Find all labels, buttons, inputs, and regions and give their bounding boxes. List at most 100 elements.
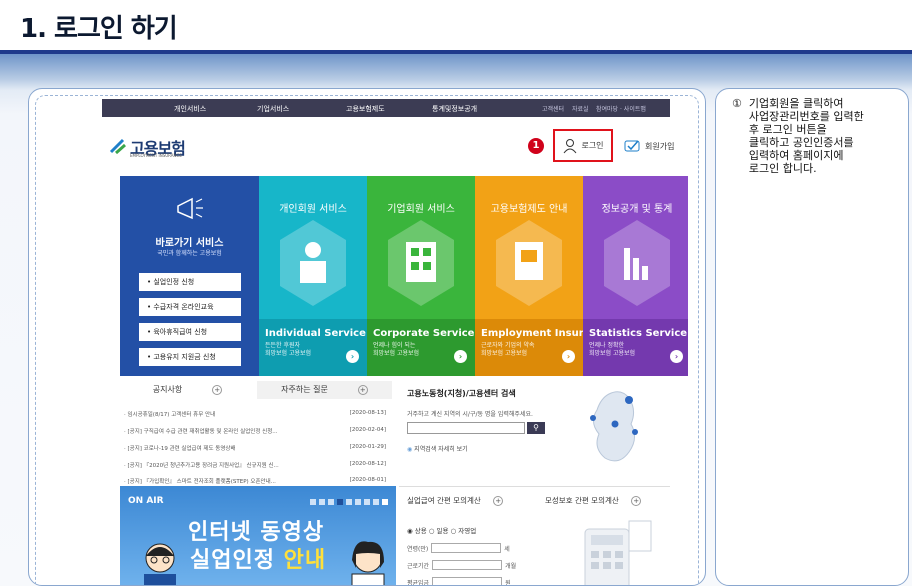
work-period-input[interactable] <box>432 560 503 570</box>
notice-date: [2020-08-01] <box>349 477 386 483</box>
chevron-right-icon[interactable]: › <box>670 350 683 363</box>
nav-customer-center[interactable]: 고객센터 <box>542 104 564 113</box>
search-button[interactable]: ⚲ <box>527 422 545 434</box>
tile-corporate-service[interactable]: 기업회원 서비스 Corporate Service 언제나 힘이 되는 희망보… <box>367 176 475 376</box>
user-icon <box>564 138 577 153</box>
video-subheadline-highlight: 안내 <box>283 548 327 573</box>
slide-title: 1. 로그인 하기 <box>20 14 178 44</box>
nav-insurance-system[interactable]: 고용보험제도 <box>346 104 385 114</box>
tile-slogan: 근로자와 기업의 약속 희망보험 고용보험 <box>481 342 535 357</box>
login-button[interactable]: 로그인 <box>553 129 613 162</box>
work-period-field[interactable]: 근로기간 개월 <box>407 560 516 570</box>
quick-item-employment-retention[interactable]: • 고용유지 지원금 신청 <box>139 348 241 366</box>
tab-unemployment-calc[interactable]: 실업급여 간편 모의계산 + <box>407 495 504 506</box>
carousel-dot[interactable] <box>310 499 316 505</box>
document-icon <box>496 220 562 306</box>
tile-slogan: 언제나 힘이 되는 희망보험 고용보험 <box>373 342 420 357</box>
nav-participation-sitemap[interactable]: 참여마당 · 사이트맵 <box>596 104 646 113</box>
tab-unemployment-calc-label: 실업급여 간편 모의계산 <box>407 496 481 505</box>
calculator-panel: 실업급여 간편 모의계산 + 모성보호 간편 모의계산 + ◉ 상용 ○ 일용 … <box>399 486 670 586</box>
screenshot-frame: 개인서비스 기업서비스 고용보험제도 통계및정보공개 고객센터 자료실 참여마당… <box>28 88 706 586</box>
search-detail-label: 지역검색 자세히 보기 <box>414 446 468 453</box>
woman-illustration-icon <box>351 541 385 585</box>
carousel-dot-active[interactable] <box>337 499 343 505</box>
notice-date: [2020-08-13] <box>349 410 386 416</box>
tile-title: 개인회원 서비스 <box>279 204 347 215</box>
carousel-dot[interactable] <box>364 499 370 505</box>
nav-archive[interactable]: 자료실 <box>572 104 589 113</box>
notice-date: [2020-01-29] <box>349 444 386 450</box>
join-button[interactable]: 회원가입 <box>624 137 686 155</box>
average-wage-unit: 원 <box>505 579 511 586</box>
quick-service-panel: 바로가기 서비스 국민과 함께하는 고용보험 • 실업인정 신청 • 수급자격 … <box>120 176 259 376</box>
list-item[interactable]: · 임시공휴일(8/17) 고객센터 휴무 안내 [2020-08-13] <box>124 410 392 418</box>
quick-item-parental-leave[interactable]: • 육아휴직급여 신청 <box>139 323 241 341</box>
tile-slogan: 든든한 후원자 희망보험 고용보험 <box>265 342 312 357</box>
onair-label: ON AIR <box>128 496 164 506</box>
search-input[interactable] <box>407 422 525 434</box>
plus-icon[interactable]: + <box>631 496 642 506</box>
age-unit: 세 <box>504 545 510 553</box>
notice-date: [2020-08-12] <box>349 461 386 467</box>
plus-icon[interactable]: + <box>212 384 223 395</box>
average-wage-input[interactable] <box>432 577 503 585</box>
carousel-dot[interactable] <box>319 499 325 505</box>
tile-title: 고용보험제도 안내 <box>490 204 568 215</box>
plus-icon[interactable]: + <box>357 384 368 395</box>
quick-item-online-education[interactable]: • 수급자격 온라인교육 <box>139 298 241 316</box>
notice-title: · 임시공휴일(8/17) 고객센터 휴무 안내 <box>124 412 216 418</box>
list-item[interactable]: · [공지] 구직급여 수급 관련 재취업활동 및 온라인 실업인정 신청...… <box>124 427 392 435</box>
logo-mark-icon <box>109 138 126 155</box>
notice-panel: 공지사항 + 자주하는 질문 + · 임시공휴일(8/17) 고객센터 휴무 안내 [… <box>120 376 396 485</box>
carousel-indicators <box>310 499 388 505</box>
person-illustration-icon <box>144 543 176 585</box>
logo[interactable]: 고용보험 EMPLOYMENT INSURANCE <box>108 133 218 163</box>
age-input[interactable] <box>431 543 502 553</box>
calculator-icon <box>584 520 652 585</box>
average-wage-field[interactable]: 평균임금 원 <box>407 577 511 586</box>
notice-title: · [공지] 구직급여 수급 관련 재취업활동 및 온라인 실업인정 신청... <box>124 429 278 435</box>
carousel-dot[interactable] <box>346 499 352 505</box>
search-detail-link[interactable]: ◉ 지역검색 자세히 보기 <box>407 444 468 453</box>
tab-faq[interactable]: 자주하는 질문 + <box>257 381 392 399</box>
employment-type-radios[interactable]: ◉ 상용 ○ 일용 ○ 자영업 <box>407 525 476 535</box>
tab-notice-label: 공지사항 <box>152 385 183 394</box>
video-subheadline-part: 실업인정 <box>190 548 284 573</box>
join-label: 회원가입 <box>645 141 675 151</box>
nav-statistics[interactable]: 통계및정보공개 <box>432 104 477 114</box>
tile-title: 정보공개 및 통계 <box>601 204 673 215</box>
carousel-dot[interactable] <box>355 499 361 505</box>
list-item[interactable]: · [공지] 『2020년 청년추가고용 장려금 지원사업』 신규지원 신...… <box>124 461 392 469</box>
tile-individual-service[interactable]: 개인회원 서비스 Individual Service 든든한 후원자 희망보험… <box>259 176 367 376</box>
list-item[interactable]: · [공지] 『가입확인』 스마트 전자조회 플랫폼(STEP) 오픈안내...… <box>124 477 392 485</box>
carousel-dot[interactable] <box>328 499 334 505</box>
tile-slogan: 언제나 정확한 희망보험 고용보험 <box>589 342 636 357</box>
nav-personal-service[interactable]: 개인서비스 <box>174 104 206 114</box>
tile-employment-insurance[interactable]: 고용보험제도 안내 Employment Insurance 근로자와 기업의 … <box>475 176 583 376</box>
video-banner[interactable]: ON AIR 인터넷 동영상 실업인정 안내 <box>120 486 396 585</box>
pause-icon[interactable] <box>382 499 388 505</box>
chevron-right-icon[interactable]: › <box>454 350 467 363</box>
quick-service-title: 바로가기 서비스 <box>155 238 224 249</box>
age-field[interactable]: 연령(만) 세 <box>407 543 510 553</box>
notice-title: · [공지] 『가입확인』 스마트 전자조회 플랫폼(STEP) 오픈안내... <box>124 479 276 485</box>
carousel-dot[interactable] <box>373 499 379 505</box>
search-help-text: 거주하고 계신 지역의 시/구/동 명을 입력해주세요. <box>407 411 533 418</box>
globe-icon: ◉ <box>407 446 413 453</box>
chevron-right-icon[interactable]: › <box>562 350 575 363</box>
plus-icon[interactable]: + <box>493 496 504 506</box>
note-text: 기업회원을 클릭하여 사업장관리번호를 입력한 후 로그인 버튼을 클릭하고 공… <box>748 97 864 175</box>
list-item[interactable]: · [공지] 코로나-19 관련 실업급여 제도 동영상배 [2020-01-29… <box>124 444 392 452</box>
tile-statistics-service[interactable]: 정보공개 및 통계 Statistics Service 언제나 정확한 희망보… <box>583 176 688 376</box>
nav-corporate-service[interactable]: 기업서비스 <box>257 104 289 114</box>
tab-maternity-calc[interactable]: 모성보호 간편 모의계산 + <box>545 495 642 506</box>
quick-item-unemployment-recognition[interactable]: • 실업인정 신청 <box>139 273 241 291</box>
bar-chart-icon <box>604 220 670 306</box>
notice-title: · [공지] 『2020년 청년추가고용 장려금 지원사업』 신규지원 신... <box>124 463 279 469</box>
chevron-right-icon[interactable]: › <box>346 350 359 363</box>
tab-notice[interactable]: 공지사항 + <box>120 381 255 399</box>
tab-maternity-calc-label: 모성보호 간편 모의계산 <box>545 496 619 505</box>
quick-service-subtitle: 국민과 함께하는 고용보험 <box>157 250 222 257</box>
tab-faq-label: 자주하는 질문 <box>281 385 328 394</box>
login-label: 로그인 <box>581 141 604 150</box>
